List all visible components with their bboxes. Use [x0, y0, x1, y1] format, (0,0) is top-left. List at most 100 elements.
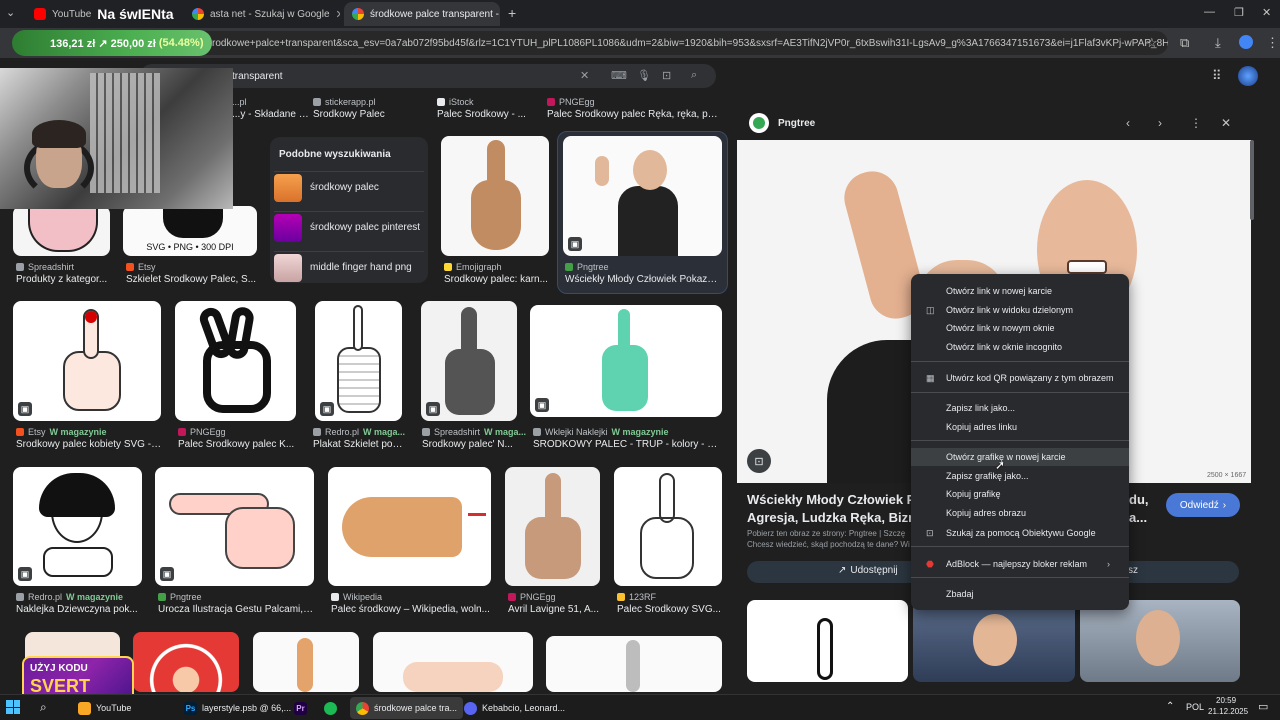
tab-asta-net[interactable]: asta net - Szukaj w Google ✕ [184, 2, 340, 26]
result-thumbnail[interactable]: ▣ [563, 136, 722, 256]
apps-grid-icon[interactable]: ⠿ [1212, 68, 1222, 84]
tab-youtube[interactable]: YouTube Na śwIENta ✕ [26, 2, 180, 26]
menu-open-link-split-view[interactable]: ◫ Otwórz link w widoku dzielonym [911, 301, 1129, 319]
result-caption[interactable]: Palec środkowy – Wikipedia, woln... [331, 604, 491, 615]
similar-item[interactable]: middle finger hand png [274, 251, 424, 283]
result-thumbnail[interactable] [253, 632, 359, 692]
extensions-icon[interactable]: ⧉ [1180, 35, 1189, 51]
profile-avatar[interactable] [1239, 35, 1253, 49]
result-thumbnail[interactable]: ▣ [13, 467, 142, 586]
menu-kebab-icon[interactable]: ⋮ [1266, 35, 1279, 51]
result-thumbnail[interactable] [373, 632, 533, 692]
lens-icon[interactable]: ⊡ [662, 69, 671, 82]
result-thumbnail[interactable]: ▣ [155, 467, 314, 586]
taskbar-search-icon[interactable]: ⌕ [40, 700, 47, 715]
clock-time[interactable]: 20:59 [1216, 696, 1236, 705]
taskbar-youtube[interactable]: YouTube [72, 697, 137, 719]
notification-icon[interactable]: ▭ [1258, 700, 1268, 713]
result-thumbnail[interactable] [328, 467, 491, 586]
taskbar-premiere[interactable]: Pr [288, 697, 313, 719]
microphone-icon[interactable]: 🎙 [637, 69, 651, 82]
result-caption[interactable]: Palec Środkowy SVG... [617, 604, 721, 615]
result-caption[interactable]: Środkowy Palec [313, 109, 423, 120]
result-thumbnail[interactable] [175, 301, 296, 421]
result-thumbnail[interactable]: ▣ [13, 301, 161, 421]
result-thumbnail[interactable] [133, 632, 239, 692]
tray-chevron-icon[interactable]: ⌃ [1166, 701, 1174, 712]
result-caption[interactable]: Środkowy palec: karn... [444, 274, 548, 285]
menu-copy-image-address[interactable]: Kopiuj adres obrazu [911, 504, 1129, 522]
related-image[interactable] [913, 600, 1075, 682]
save-button[interactable]: sz [1128, 565, 1138, 576]
start-icon[interactable] [6, 700, 20, 714]
close-panel-icon[interactable]: ✕ [1221, 116, 1231, 130]
clear-search-icon[interactable]: ✕ [580, 69, 589, 82]
menu-open-link-new-tab[interactable]: Otwórz link w nowej karcie [911, 282, 1129, 300]
lens-search-icon[interactable]: ⊡ [747, 449, 771, 473]
result-thumbnail[interactable] [546, 636, 722, 692]
result-caption[interactable]: Środkowy palec kobiety SVG - ... [16, 439, 162, 450]
result-thumbnail[interactable] [441, 136, 549, 256]
result-caption[interactable]: Avril Lavigne 51, A... [508, 604, 600, 615]
menu-search-with-lens[interactable]: ⊡ Szukaj za pomocą Obiektywu Google [911, 524, 1129, 542]
tab-srodkowe-palce[interactable]: środkowe palce transparent - Sz... ✕ [344, 2, 500, 26]
similar-item[interactable]: środkowy palec [274, 171, 424, 203]
result-caption[interactable]: Palec Środkowy palec K... [178, 439, 296, 450]
result-caption[interactable]: ŚRODKOWY PALEC - TRUP - kolory - p... [533, 439, 721, 450]
menu-copy-image[interactable]: Kopiuj grafikę [911, 485, 1129, 503]
taskbar-chrome[interactable]: środkowe palce tra... [350, 697, 464, 719]
result-thumbnail[interactable]: ▣ [530, 305, 722, 417]
result-caption[interactable]: Palec Środkowy - ... [437, 109, 547, 120]
next-arrow-icon[interactable]: › [1158, 116, 1162, 130]
previous-arrow-icon[interactable]: ‹ [1126, 116, 1130, 130]
menu-open-image-new-tab[interactable]: Otwórz grafikę w nowej karcie [911, 448, 1129, 466]
result-thumbnail[interactable]: SVG • PNG • 300 DPI [123, 206, 257, 256]
menu-open-link-new-window[interactable]: Otwórz link w nowym oknie [911, 319, 1129, 337]
more-options-icon[interactable]: ⋮ [1190, 116, 1202, 130]
result-caption[interactable]: Palec Środkowy palec Ręka, ręka, po... [547, 109, 719, 120]
result-thumbnail[interactable]: ▣ [315, 301, 402, 421]
result-caption[interactable]: Plakat Szkielet pok... [313, 439, 405, 450]
close-icon[interactable]: ✕ [336, 8, 340, 21]
minimize-icon[interactable]: — [1204, 6, 1215, 18]
price-tracker-pill[interactable]: 136,21 zł ↗ 250,00 zł (54.48%) [12, 30, 212, 56]
panel-data-source[interactable]: Chcesz wiedzieć, skąd pochodzą te dane? … [747, 540, 910, 549]
related-image[interactable] [1080, 600, 1240, 682]
close-window-icon[interactable]: ✕ [1262, 6, 1271, 19]
result-thumbnail[interactable] [13, 206, 110, 256]
menu-inspect[interactable]: Zbadaj [911, 585, 1129, 603]
clock-date[interactable]: 21.12.2025 [1208, 707, 1248, 716]
download-icon[interactable]: ⤓ [1215, 35, 1221, 51]
result-caption[interactable]: Środkowy palec' N... [422, 439, 518, 450]
panel-title-line1[interactable]: Wściekły Młody Człowiek Pok [747, 492, 931, 507]
similar-item[interactable]: środkowy palec pinterest [274, 211, 424, 243]
panel-scrollbar[interactable] [1250, 140, 1254, 220]
result-caption[interactable]: Produkty z kategor... [16, 274, 112, 285]
share-button[interactable]: ↗ Udostępnij [838, 565, 898, 576]
account-avatar[interactable] [1238, 66, 1258, 86]
taskbar-spotify[interactable] [318, 697, 343, 719]
visit-button[interactable]: Odwiedź › [1166, 493, 1240, 517]
menu-create-qr[interactable]: ▦ Utwórz kod QR powiązany z tym obrazem [911, 369, 1129, 387]
tab-search-chevron-icon[interactable]: ⌄ [6, 6, 15, 19]
taskbar-photoshop[interactable]: Ps layerstyle.psb @ 66,... [178, 697, 297, 719]
result-caption[interactable]: Urocza Ilustracja Gestu Palcami, ... [158, 604, 314, 615]
result-caption[interactable]: ...y - Składane p... [232, 109, 312, 120]
panel-source[interactable]: Pngtree [778, 118, 815, 129]
keyboard-icon[interactable]: ⌨ [611, 69, 627, 82]
menu-copy-link-address[interactable]: Kopiuj adres linku [911, 418, 1129, 436]
new-tab-button[interactable]: + [508, 5, 516, 21]
result-thumbnail[interactable] [505, 467, 600, 586]
result-thumbnail[interactable] [614, 467, 722, 586]
menu-save-link-as[interactable]: Zapisz link jako... [911, 399, 1129, 417]
related-image[interactable] [747, 600, 908, 682]
result-thumbnail[interactable]: ▣ [421, 301, 517, 421]
taskbar-discord[interactable]: Kebabcio, Leonard... [458, 697, 571, 719]
result-caption[interactable]: Wściekły Młody Człowiek Pokazuj... [565, 274, 721, 285]
maximize-icon[interactable]: ❐ [1234, 6, 1244, 19]
menu-adblock[interactable]: ⬣ AdBlock — najlepszy bloker reklam › [911, 555, 1129, 573]
search-icon[interactable]: ⌕ [691, 69, 697, 82]
menu-open-link-incognito[interactable]: Otwórz link w oknie incognito [911, 338, 1129, 356]
bookmark-star-icon[interactable]: ☆ [1146, 35, 1158, 51]
language-indicator[interactable]: POL [1186, 702, 1204, 712]
